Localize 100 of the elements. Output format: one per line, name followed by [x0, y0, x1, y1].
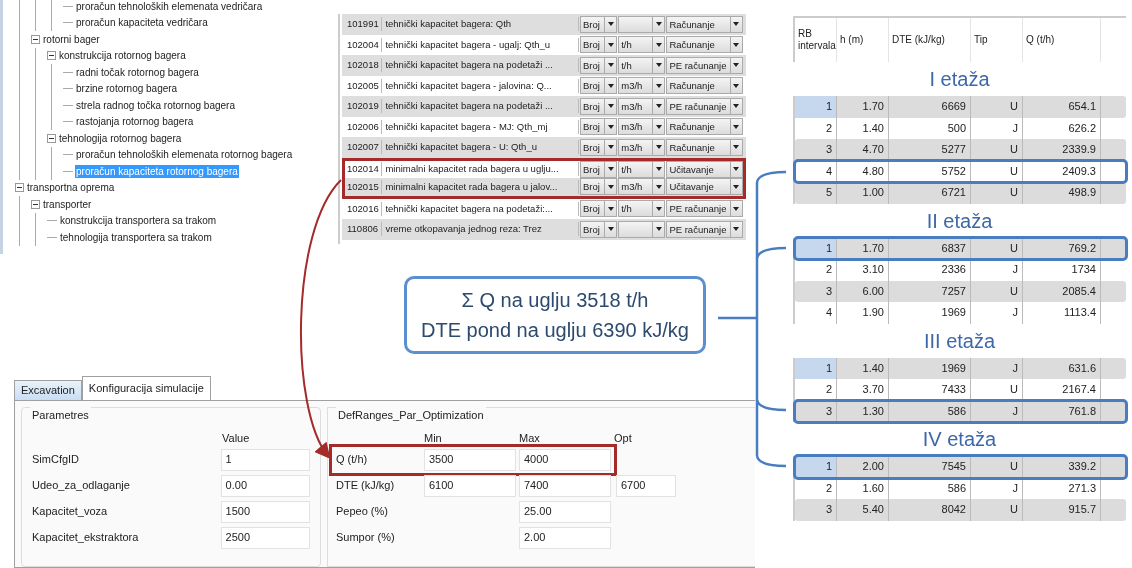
collapse-icon[interactable]: [31, 199, 40, 209]
column-header: Max: [519, 431, 541, 446]
tree-item[interactable]: radni točak rotornog bagera: [75, 65, 200, 79]
table-cell: 102004: [345, 37, 383, 52]
dropdown[interactable]: Broj: [579, 178, 618, 196]
dropdown[interactable]: Broj: [579, 15, 618, 33]
dropdown[interactable]: Broj: [579, 77, 618, 95]
collapse-icon[interactable]: [47, 51, 56, 61]
caret-icon: [733, 104, 740, 109]
table-cell: 110806: [345, 222, 383, 237]
field-label: DTE (kJ/kg): [335, 478, 396, 494]
tab[interactable]: Konfiguracija simulacije: [81, 376, 211, 400]
table-cell: 1: [795, 456, 837, 478]
caret-icon: [655, 22, 662, 27]
dropdown[interactable]: PE računanje: [666, 200, 743, 218]
input-field[interactable]: 2500: [220, 526, 310, 549]
dropdown[interactable]: Broj: [579, 97, 618, 115]
dropdown[interactable]: m3/h: [618, 77, 666, 95]
table-cell: 7545: [889, 456, 971, 478]
input-field[interactable]: 4000: [519, 448, 611, 471]
dropdown[interactable]: t/h: [618, 160, 666, 178]
dropdown[interactable]: Broj: [579, 118, 618, 136]
table-cell: 1.30: [837, 400, 889, 422]
table-cell: 2.00: [837, 456, 889, 478]
tree-item[interactable]: konstrukcija transportera sa trakom: [59, 214, 218, 228]
collapse-icon[interactable]: [31, 34, 40, 44]
dropdown[interactable]: t/h: [618, 200, 666, 218]
tree-item[interactable]: rotorni bager: [42, 32, 101, 46]
dropdown[interactable]: m3/h: [618, 97, 666, 115]
field-label: Udeo_za_odlaganje: [32, 478, 131, 494]
caret-icon: [607, 22, 614, 27]
dropdown[interactable]: PE računanje: [666, 220, 743, 238]
dropdown[interactable]: m3/h: [618, 178, 666, 196]
table-cell: 5752: [889, 160, 971, 182]
dropdown[interactable]: Računanje: [666, 138, 743, 156]
dropdown[interactable]: Računanje: [666, 15, 743, 33]
caret-icon: [733, 42, 740, 47]
dropdown[interactable]: m3/h: [618, 138, 666, 156]
table-cell: 102005: [345, 78, 383, 93]
tree-item[interactable]: transportna oprema: [26, 181, 116, 195]
tree-item[interactable]: proračun tehnoloških elemenata rotornog bagera: [75, 148, 294, 162]
table-cell: J: [971, 400, 1023, 422]
input-field[interactable]: 3500: [424, 448, 516, 471]
caret-icon: [655, 104, 662, 109]
table-cell: 915.7: [1023, 499, 1101, 521]
dropdown[interactable]: Broj: [579, 56, 618, 74]
table-cell: minimalni kapacitet rada bagera u jalov...: [382, 179, 579, 194]
tree-item[interactable]: transporter: [42, 197, 93, 211]
tree-item[interactable]: proračun kapaciteta vedričara: [75, 16, 209, 30]
table-cell: 1969: [889, 302, 971, 324]
section-title: IV etaža: [921, 427, 998, 452]
dropdown[interactable]: m3/h: [618, 118, 666, 136]
caret-icon: [607, 145, 614, 150]
collapse-icon[interactable]: [47, 133, 56, 143]
input-field[interactable]: 25.00: [519, 500, 611, 523]
dropdown[interactable]: PE računanje: [666, 56, 743, 74]
dropdown[interactable]: PE računanje: [666, 97, 743, 115]
tab[interactable]: Excavation: [14, 380, 82, 400]
table-cell: tehnički kapacitet bagera na podetaži ...: [382, 58, 579, 73]
tree-item[interactable]: tehnologija transportera sa trakom: [59, 230, 213, 244]
input-field[interactable]: 1500: [220, 500, 310, 523]
table-cell: 769.2: [1023, 237, 1101, 259]
dropdown[interactable]: t/h: [618, 36, 666, 54]
input-field[interactable]: 0.00: [220, 474, 310, 497]
caret-icon: [733, 124, 740, 129]
input-field[interactable]: 6700: [616, 474, 676, 497]
dropdown[interactable]: Učitavanje: [666, 178, 743, 196]
dropdown[interactable]: Broj: [579, 138, 618, 156]
caret-icon: [607, 167, 614, 172]
table-cell: 6721: [889, 182, 971, 204]
input-field[interactable]: 6100: [424, 474, 516, 497]
dropdown[interactable]: Broj: [579, 36, 618, 54]
tree-item[interactable]: rastojanja rotornog bagera: [75, 115, 195, 129]
dropdown[interactable]: Računanje: [666, 36, 743, 54]
dropdown[interactable]: Računanje: [666, 118, 743, 136]
tree-item[interactable]: strela radnog točka rotornog bagera: [75, 98, 236, 112]
dropdown[interactable]: Učitavanje: [666, 160, 743, 178]
dropdown[interactable]: Računanje: [666, 77, 743, 95]
dropdown[interactable]: Broj: [579, 160, 618, 178]
input-field[interactable]: 7400: [519, 474, 611, 497]
table-cell: 102015: [345, 179, 383, 194]
tree-item[interactable]: tehnologija rotornog bagera: [58, 131, 183, 145]
tree-item[interactable]: proračun tehnoloških elemenata vedričara: [75, 0, 264, 13]
input-field[interactable]: 1: [220, 448, 310, 471]
table-cell: 8042: [889, 499, 971, 521]
table-cell: 5.40: [837, 499, 889, 521]
table-cell: 586: [889, 400, 971, 422]
dropdown[interactable]: Broj: [579, 200, 618, 218]
input-field[interactable]: 2.00: [519, 526, 611, 549]
collapse-icon[interactable]: [15, 183, 24, 193]
table-cell: vreme otkopavanja jednog reza: Trez: [382, 222, 579, 237]
table-cell: tehnički kapacitet bagera - jalovina: Q...: [382, 78, 579, 93]
dropdown[interactable]: t/h: [618, 56, 666, 74]
table-cell: 2: [795, 259, 837, 281]
table-cell: U: [971, 499, 1023, 521]
callout-text: Σ Q na uglju 3518 t/h: [461, 287, 649, 313]
dropdown[interactable]: Broj: [579, 220, 618, 238]
tree-item[interactable]: konstrukcija rotornog bagera: [58, 49, 187, 63]
column-header: Q (t/h): [1023, 18, 1101, 62]
tree-item[interactable]: brzine rotornog bagera: [75, 82, 179, 96]
